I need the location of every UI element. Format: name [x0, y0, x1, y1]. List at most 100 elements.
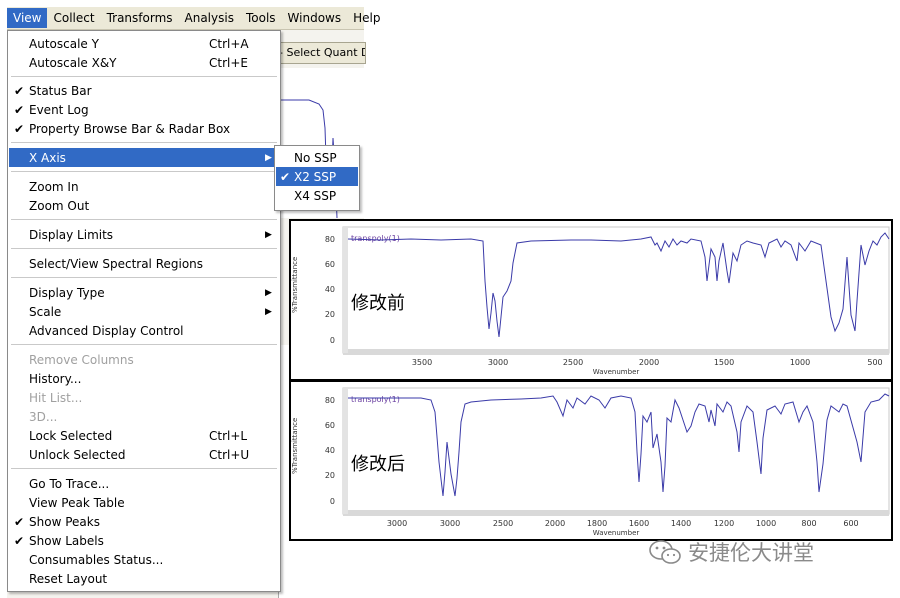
menu-item-x-axis[interactable]: X Axis ▶: [9, 148, 279, 167]
menu-separator: [11, 468, 277, 469]
menu-item-display-limits[interactable]: Display Limits ▶: [9, 225, 279, 244]
y-axis-label: %Transmittance: [291, 257, 299, 313]
menu-tools[interactable]: Tools: [240, 8, 282, 28]
menu-item-autoscale-y[interactable]: Autoscale Y Ctrl+A: [9, 34, 279, 53]
submenu-item-x4-ssp[interactable]: X4 SSP: [276, 186, 358, 205]
y-tick: 0: [330, 336, 335, 345]
y-tick: 0: [330, 497, 335, 506]
x-axis-submenu: No SSP ✔ X2 SSP X4 SSP: [274, 145, 360, 211]
y-tick: 80: [325, 396, 335, 405]
checkmark-icon: ✔: [279, 169, 291, 184]
menu-separator: [11, 219, 277, 220]
menu-separator: [11, 142, 277, 143]
y-tick: 80: [325, 235, 335, 244]
checkmark-icon: ✔: [13, 533, 25, 548]
checkmark-icon: ✔: [13, 121, 25, 136]
menu-item-3d: 3D...: [29, 409, 58, 424]
submenu-arrow-icon: ▶: [265, 287, 272, 298]
menu-separator: [11, 171, 277, 172]
checkmark-icon: ✔: [13, 83, 25, 98]
y-tick: 20: [325, 471, 335, 480]
menu-item-lock-selected[interactable]: Lock Selected Ctrl+L: [9, 426, 279, 445]
menu-item-zoom-in[interactable]: Zoom In: [9, 177, 279, 196]
menu-separator: [11, 76, 277, 77]
x-tick: 2000: [545, 519, 565, 528]
x-tick: 1200: [714, 519, 734, 528]
menu-separator: [11, 344, 277, 345]
x-tick: 2000: [639, 358, 659, 367]
x-tick: 3500: [412, 358, 432, 367]
x-tick: 1500: [714, 358, 734, 367]
menu-bar: View Collect Transforms Analysis Tools W…: [7, 7, 380, 30]
watermark-text: 安捷伦大讲堂: [688, 541, 814, 565]
shortcut: Ctrl+U: [209, 447, 250, 462]
menu-separator: [11, 277, 277, 278]
menu-item-zoom-out[interactable]: Zoom Out: [9, 196, 279, 215]
x-axis-label: Wavenumber: [593, 529, 640, 537]
y-tick: 40: [325, 446, 335, 455]
y-tick: 40: [325, 285, 335, 294]
x-tick-labels: 3000 3000 2500 2000 1800 1600 1400 1200 …: [387, 519, 859, 528]
menu-item-remove-columns: Remove Columns: [29, 352, 134, 367]
menu-item-display-type[interactable]: Display Type ▶: [9, 283, 279, 302]
menu-item-autoscale-xy[interactable]: Autoscale X&Y Ctrl+E: [9, 53, 279, 72]
caption-after: 修改后: [351, 454, 405, 475]
menu-windows[interactable]: Windows: [282, 8, 348, 28]
menu-item-advanced-display-control[interactable]: Advanced Display Control: [9, 321, 279, 340]
checkmark-icon: ✔: [13, 514, 25, 529]
view-menu-dropdown: Autoscale Y Ctrl+A Autoscale X&Y Ctrl+E ✔ S…: [7, 30, 281, 592]
x-tick: 3000: [387, 519, 407, 528]
x-tick: 600: [843, 519, 858, 528]
x-tick: 1800: [587, 519, 607, 528]
menu-item-consumables-status[interactable]: Consumables Status...: [9, 550, 279, 569]
spectrum-panel-before: %Transmittance 80 60 40 20 0 3500 3000 2…: [289, 219, 893, 381]
menu-item-scale[interactable]: Scale ▶: [9, 302, 279, 321]
caption-before: 修改前: [351, 293, 405, 314]
x-tick: 800: [801, 519, 816, 528]
menu-item-unlock-selected[interactable]: Unlock Selected Ctrl+U: [9, 445, 279, 464]
x-tick: 3000: [488, 358, 508, 367]
submenu-item-x2-ssp[interactable]: ✔ X2 SSP: [276, 167, 358, 186]
submenu-arrow-icon: ▶: [265, 229, 272, 240]
menu-item-view-peak-table[interactable]: View Peak Table: [9, 493, 279, 512]
checkmark-icon: ✔: [13, 102, 25, 117]
quant-method-label: - Select Quant D: [279, 46, 366, 59]
y-tick: 60: [325, 421, 335, 430]
x-tick: 1600: [629, 519, 649, 528]
menu-item-status-bar[interactable]: ✔ Status Bar: [9, 81, 279, 100]
x-tick: 1400: [671, 519, 691, 528]
y-tick: 60: [325, 260, 335, 269]
menu-item-go-to-trace[interactable]: Go To Trace...: [9, 474, 279, 493]
menu-item-select-spectral-regions[interactable]: Select/View Spectral Regions: [9, 254, 279, 273]
menu-help[interactable]: Help: [347, 8, 386, 28]
menu-separator: [11, 248, 277, 249]
watermark: 安捷伦大讲堂: [648, 536, 878, 568]
y-tick-labels: 80 60 40 20 0: [325, 396, 335, 506]
trace-label: transpoly(1): [351, 234, 400, 243]
quant-method-select[interactable]: - Select Quant D: [278, 42, 366, 64]
menu-item-reset-layout[interactable]: Reset Layout: [9, 569, 279, 588]
menu-item-property-browse-bar[interactable]: ✔ Property Browse Bar & Radar Box: [9, 119, 279, 138]
x-tick: 2500: [493, 519, 513, 528]
menu-item-event-log[interactable]: ✔ Event Log: [9, 100, 279, 119]
x-tick: 1000: [790, 358, 810, 367]
x-tick: 500: [867, 358, 882, 367]
x-axis-label: Wavenumber: [593, 368, 640, 376]
trace-label: transpoly(1): [351, 395, 400, 404]
shortcut: Ctrl+E: [209, 55, 248, 70]
spectrum-panel-after: %Transmittance 80 60 40 20 0 3000 3000 2…: [289, 380, 893, 541]
menu-item-show-peaks[interactable]: ✔ Show Peaks: [9, 512, 279, 531]
y-tick: 20: [325, 310, 335, 319]
shortcut: Ctrl+A: [209, 36, 249, 51]
x-tick: 3000: [440, 519, 460, 528]
x-tick: 1000: [756, 519, 776, 528]
wechat-icon: [649, 540, 681, 564]
y-tick-labels: 80 60 40 20 0: [325, 235, 335, 345]
submenu-item-no-ssp[interactable]: No SSP: [276, 148, 358, 167]
menu-collect[interactable]: Collect: [47, 8, 100, 28]
menu-transforms[interactable]: Transforms: [101, 8, 179, 28]
menu-analysis[interactable]: Analysis: [179, 8, 240, 28]
menu-item-history[interactable]: History...: [9, 369, 279, 388]
menu-item-show-labels[interactable]: ✔ Show Labels: [9, 531, 279, 550]
menu-view[interactable]: View: [7, 8, 48, 28]
